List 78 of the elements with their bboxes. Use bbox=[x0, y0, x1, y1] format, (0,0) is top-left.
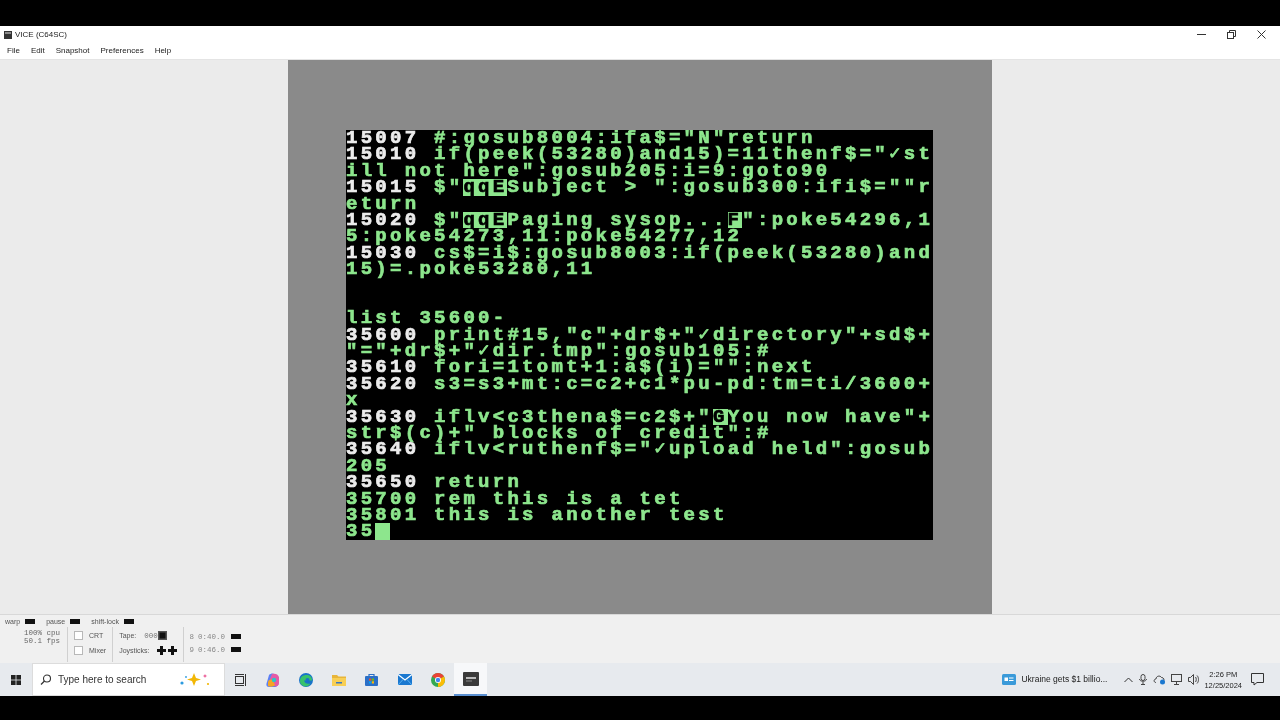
code-text: You now have"+ bbox=[727, 408, 933, 426]
code-text: if(peek(53280)and15)=11thenf$="✓st bbox=[434, 146, 933, 163]
code-text: return bbox=[434, 474, 523, 491]
code-text: 205 bbox=[346, 457, 391, 475]
line-number: 15010 bbox=[346, 146, 420, 163]
code-text: 5:poke54273,11:poke54277,12 bbox=[346, 228, 743, 245]
minimize-icon[interactable] bbox=[1196, 34, 1206, 35]
tape-icon[interactable] bbox=[157, 631, 167, 640]
line-number: 35630 bbox=[346, 408, 420, 426]
news-icon[interactable] bbox=[1002, 674, 1017, 685]
code-text: 35 bbox=[346, 523, 376, 540]
code-text: Subject > ":gosub300:ifi$=""r bbox=[507, 179, 933, 196]
line-number: 35620 bbox=[346, 375, 420, 393]
menu-item[interactable]: Edit bbox=[26, 46, 49, 56]
line-number: 15020 bbox=[346, 211, 420, 229]
monitor-icon[interactable] bbox=[1171, 674, 1183, 685]
line-number: 15007 bbox=[346, 130, 420, 147]
swirl-circle-icon bbox=[298, 672, 313, 687]
cloud-icon[interactable] bbox=[1153, 674, 1166, 685]
line-number: 35700 bbox=[346, 490, 420, 507]
news-headline[interactable]: Ukraine gets $1 billio... bbox=[1021, 673, 1108, 686]
code-text: iflv<ruthenf$="✓upload held":gosub bbox=[434, 441, 933, 458]
code-text: list 35600- bbox=[346, 310, 508, 327]
code-text: fori=1tomt+1:a$(i)="":next bbox=[434, 359, 816, 376]
app-tile-icon bbox=[462, 671, 479, 686]
four-squares-icon[interactable] bbox=[11, 674, 21, 685]
line-number: 15030 bbox=[346, 244, 420, 262]
reverse-text: G bbox=[712, 408, 728, 426]
line-number: 35801 bbox=[346, 507, 420, 524]
code-text: iflv<c3thena$=c2$+" bbox=[434, 408, 713, 426]
envelope-icon bbox=[397, 674, 412, 685]
speaker-icon[interactable] bbox=[1188, 674, 1200, 685]
microphone-icon[interactable] bbox=[1139, 674, 1148, 685]
menu-item[interactable]: Preferences bbox=[96, 46, 148, 56]
chevron-up-icon[interactable] bbox=[1124, 676, 1134, 683]
reverse-text: qqE bbox=[463, 211, 508, 229]
menu-item[interactable]: Snapshot bbox=[51, 46, 94, 56]
code-text: "="+dr$+"✓dir.tmp":gosub105:# bbox=[346, 343, 772, 360]
joystick-icon[interactable] bbox=[157, 646, 167, 655]
app-icon bbox=[4, 30, 12, 39]
close-icon[interactable] bbox=[1256, 30, 1266, 39]
code-text: $" bbox=[434, 211, 464, 229]
menu-item[interactable]: Help bbox=[150, 46, 176, 56]
code-text: Paging sysop... bbox=[507, 211, 728, 229]
line-number: 15015 bbox=[346, 179, 420, 196]
code-text: ":poke54296,1 bbox=[742, 211, 933, 229]
swirl-icon bbox=[265, 672, 280, 687]
reverse-text: qqE bbox=[463, 179, 508, 196]
line-number: 35610 bbox=[346, 359, 420, 376]
restore-icon[interactable] bbox=[1226, 30, 1236, 39]
code-text: print#15,"c"+dr$+"✓directory"+sd$+ bbox=[434, 326, 933, 344]
window-title: VICE (C64SC) bbox=[15, 29, 67, 40]
code-text: 15)=.poke53280,11 bbox=[346, 261, 596, 278]
code-text: cs$=i$:gosub8003:if(peek(53280)and bbox=[434, 244, 933, 262]
search-icon bbox=[40, 674, 51, 685]
code-text: $" bbox=[434, 179, 464, 196]
code-text: ill not here":gosub205:i=9:goto90 bbox=[346, 162, 831, 180]
code-text: s3=s3+mt:c=c2+c1*pu-pd:tm=ti/3600+ bbox=[434, 375, 933, 393]
reverse-text: F bbox=[727, 211, 743, 229]
task-view-icon[interactable] bbox=[235, 673, 246, 686]
message-icon[interactable] bbox=[1251, 673, 1264, 686]
shopping-bag-icon bbox=[365, 673, 378, 686]
code-text: this is another test bbox=[434, 507, 728, 524]
search-field[interactable]: Type here to search bbox=[32, 663, 225, 696]
code-text: str$(c)+" blocks of credit":# bbox=[346, 425, 772, 442]
segmented-circle-icon bbox=[430, 672, 445, 687]
line-number: 35640 bbox=[346, 441, 420, 458]
menu-item[interactable]: File bbox=[3, 46, 24, 56]
code-text: eturn bbox=[346, 195, 420, 212]
code-text: x bbox=[346, 392, 361, 409]
checkbox[interactable] bbox=[74, 631, 83, 640]
checkbox[interactable] bbox=[74, 646, 83, 655]
joystick-icon[interactable] bbox=[168, 646, 178, 655]
line-number: 35600 bbox=[346, 326, 420, 344]
taskbar-button[interactable] bbox=[454, 663, 487, 696]
folder-icon bbox=[331, 673, 346, 686]
code-text: rem this is a tet bbox=[434, 490, 684, 507]
line-number: 35650 bbox=[346, 474, 420, 491]
